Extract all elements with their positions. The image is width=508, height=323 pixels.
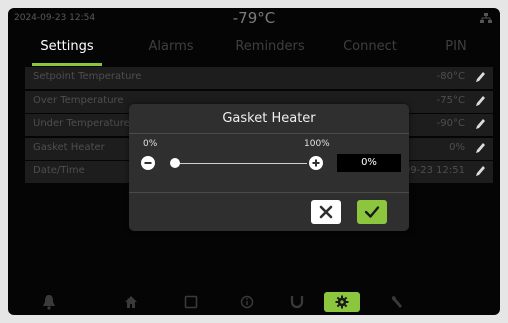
setting-label: Over Temperature bbox=[33, 94, 124, 106]
setting-row-setpoint-temperature[interactable]: Setpoint Temperature -80°C bbox=[25, 67, 493, 89]
increase-button[interactable] bbox=[309, 156, 323, 170]
checkmark-icon bbox=[364, 206, 380, 218]
square-icon[interactable] bbox=[178, 292, 204, 312]
close-icon bbox=[319, 205, 333, 219]
dialog-divider bbox=[129, 192, 409, 193]
tab-bar: Settings Alarms Reminders Connect PIN bbox=[8, 32, 500, 68]
info-icon[interactable] bbox=[234, 292, 260, 312]
setting-value: -80°C bbox=[436, 71, 465, 82]
bell-icon[interactable] bbox=[36, 292, 62, 312]
tab-pin[interactable]: PIN bbox=[418, 32, 494, 68]
wrench-icon[interactable] bbox=[384, 292, 410, 312]
value-field[interactable]: 0% bbox=[337, 154, 401, 172]
magnet-icon[interactable] bbox=[284, 292, 310, 312]
setting-label: Under Temperature bbox=[33, 118, 130, 129]
setting-label: Setpoint Temperature bbox=[33, 71, 142, 82]
setting-value: -75°C bbox=[436, 94, 465, 106]
pencil-icon[interactable] bbox=[474, 141, 486, 155]
decrease-button[interactable] bbox=[141, 156, 155, 170]
tab-alarms[interactable]: Alarms bbox=[128, 32, 214, 68]
confirm-button[interactable] bbox=[357, 200, 387, 224]
setting-label: Gasket Heater bbox=[33, 141, 105, 153]
dialog-divider bbox=[129, 133, 409, 134]
home-icon[interactable] bbox=[118, 292, 144, 312]
status-bar: 2024-09-23 12:54 -79°C bbox=[8, 8, 500, 30]
network-icon bbox=[480, 13, 492, 26]
dialog-title: Gasket Heater bbox=[222, 111, 316, 126]
gear-icon[interactable] bbox=[324, 292, 360, 312]
pencil-icon[interactable] bbox=[474, 70, 486, 84]
pencil-icon[interactable] bbox=[474, 94, 486, 108]
slider-min-label: 0% bbox=[143, 139, 158, 149]
setting-value: -90°C bbox=[436, 118, 465, 129]
gasket-heater-dialog: Gasket Heater 0% 100% 0% bbox=[129, 104, 409, 231]
setting-label: Date/Time bbox=[33, 165, 85, 176]
tab-reminders[interactable]: Reminders bbox=[220, 32, 320, 68]
setting-value: 0% bbox=[449, 141, 465, 153]
slider-max-label: 100% bbox=[304, 139, 330, 149]
current-temperature: -79°C bbox=[232, 9, 276, 27]
slider-track[interactable] bbox=[175, 163, 307, 164]
pencil-icon[interactable] bbox=[474, 117, 486, 131]
tab-connect[interactable]: Connect bbox=[326, 32, 414, 68]
tab-settings[interactable]: Settings bbox=[24, 32, 110, 68]
bottom-nav-bar bbox=[8, 289, 500, 315]
pencil-icon[interactable] bbox=[474, 164, 486, 178]
slider-thumb[interactable] bbox=[170, 158, 180, 168]
cancel-button[interactable] bbox=[311, 200, 341, 224]
